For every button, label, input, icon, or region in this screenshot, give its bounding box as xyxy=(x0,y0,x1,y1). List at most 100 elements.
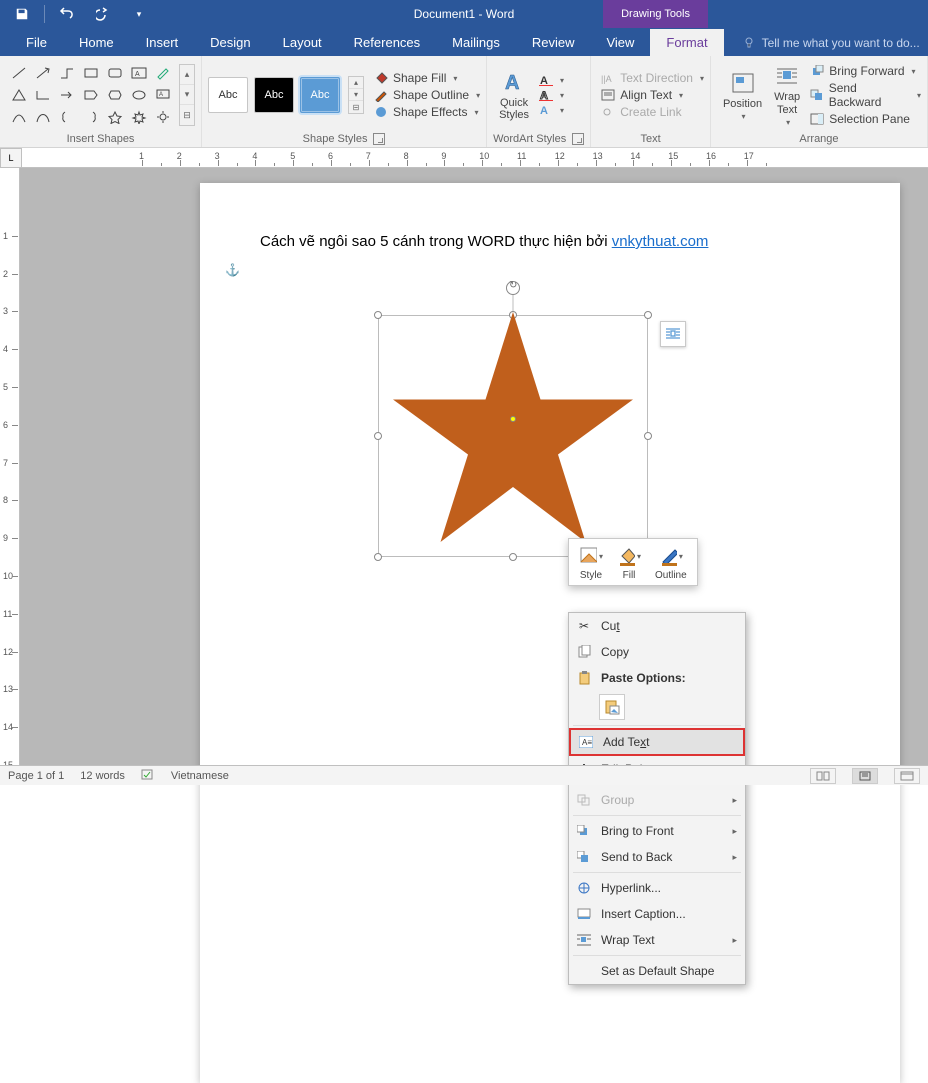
shape-brace-icon[interactable] xyxy=(56,107,78,127)
text-direction-button[interactable]: ||AText Direction▾ xyxy=(601,71,704,85)
send-backward-button[interactable]: Send Backward▾ xyxy=(810,81,921,109)
shape-elbow-icon[interactable] xyxy=(56,63,78,83)
status-language[interactable]: Vietnamese xyxy=(171,770,229,782)
resize-handle[interactable] xyxy=(374,311,382,319)
position-button[interactable]: Position▾ xyxy=(717,70,768,121)
qat-customize[interactable]: ▾ xyxy=(125,1,153,27)
shape-rect-icon[interactable] xyxy=(80,63,102,83)
text-effects-button[interactable]: A▾ xyxy=(539,104,564,116)
tab-view[interactable]: View xyxy=(590,29,650,56)
document-text[interactable]: Cách vẽ ngôi sao 5 cánh trong WORD thực … xyxy=(260,233,840,251)
document-workspace[interactable]: 123456789101112131415 Cách vẽ ngôi sao 5… xyxy=(0,168,928,765)
view-web-layout[interactable] xyxy=(894,768,920,784)
ctx-copy[interactable]: Copy xyxy=(569,639,745,665)
document-link[interactable]: vnkythuat.com xyxy=(612,233,709,250)
style-swatch-1[interactable]: Abc xyxy=(208,77,248,113)
ctx-hyperlink[interactable]: Hyperlink... xyxy=(569,875,745,901)
shape-freeform-icon[interactable] xyxy=(32,107,54,127)
align-text-button[interactable]: Align Text▾ xyxy=(601,88,704,102)
tab-review[interactable]: Review xyxy=(516,29,591,56)
proofing-icon[interactable] xyxy=(141,768,155,783)
tab-insert[interactable]: Insert xyxy=(130,29,195,56)
shape-oval-icon[interactable] xyxy=(128,85,150,105)
style-gallery-scroll[interactable]: ▴▾⊟ xyxy=(348,76,364,114)
ctx-add-text[interactable]: A≡Add Text xyxy=(569,728,745,756)
shape-star-icon[interactable] xyxy=(104,107,126,127)
status-words[interactable]: 12 words xyxy=(80,770,125,782)
shape-brace2-icon[interactable] xyxy=(80,107,102,127)
view-read-mode[interactable] xyxy=(810,768,836,784)
mini-outline-button[interactable]: ▾ Outline xyxy=(655,545,687,581)
tab-home[interactable]: Home xyxy=(63,29,130,56)
text-fill-button[interactable]: A▾ xyxy=(539,74,564,86)
selection-pane-button[interactable]: Selection Pane xyxy=(810,112,921,126)
tab-references[interactable]: References xyxy=(338,29,436,56)
bring-forward-button[interactable]: Bring Forward▾ xyxy=(810,64,921,78)
mini-style-button[interactable]: ▾ Style xyxy=(579,545,603,581)
tab-format[interactable]: Format xyxy=(650,29,723,56)
ctx-bring-to-front[interactable]: Bring to Front▸ xyxy=(569,818,745,844)
shape-arrow2-icon[interactable] xyxy=(56,85,78,105)
style-swatch-3[interactable]: Abc xyxy=(300,77,340,113)
redo-button[interactable] xyxy=(89,1,117,27)
page[interactable]: Cách vẽ ngôi sao 5 cánh trong WORD thực … xyxy=(200,183,900,1083)
paste-picture-button[interactable] xyxy=(599,694,625,720)
horizontal-ruler[interactable]: 1234567891011121314151617 xyxy=(22,148,928,168)
resize-handle[interactable] xyxy=(644,432,652,440)
shape-line-icon[interactable] xyxy=(8,63,30,83)
shape-edit-icon[interactable] xyxy=(152,63,174,83)
shapes-gallery-scroll[interactable]: ▴▾⊟ xyxy=(179,64,195,126)
view-print-layout[interactable] xyxy=(852,768,878,784)
ctx-wrap-text[interactable]: Wrap Text▸ xyxy=(569,927,745,953)
svg-text:A: A xyxy=(540,75,548,86)
resize-handle[interactable] xyxy=(374,432,382,440)
shapes-gallery[interactable]: A A xyxy=(6,61,176,129)
shape-textbox-icon[interactable]: A xyxy=(128,63,150,83)
adjust-handle[interactable] xyxy=(510,416,516,422)
ctx-cut[interactable]: ✂Cut xyxy=(569,613,745,639)
ctx-set-default[interactable]: Set as Default Shape xyxy=(569,958,745,984)
shape-selection[interactable] xyxy=(378,315,648,557)
shape-elbow2-icon[interactable] xyxy=(32,85,54,105)
undo-button[interactable] xyxy=(53,1,81,27)
shape-triangle-icon[interactable] xyxy=(8,85,30,105)
wrap-text-button[interactable]: Wrap Text▾ xyxy=(768,63,806,126)
shape-star2-icon[interactable] xyxy=(128,107,150,127)
shape-style-gallery[interactable]: Abc Abc Abc ▴▾⊟ xyxy=(208,76,364,114)
shape-sun-icon[interactable] xyxy=(152,107,174,127)
dialog-launcher-icon[interactable] xyxy=(572,133,584,145)
shape-arrow-icon[interactable] xyxy=(32,63,54,83)
dialog-launcher-icon[interactable] xyxy=(373,133,385,145)
save-button[interactable] xyxy=(8,1,36,27)
shape-pentagon-icon[interactable] xyxy=(80,85,102,105)
shape-roundrect-icon[interactable] xyxy=(104,63,126,83)
style-swatch-2[interactable]: Abc xyxy=(254,77,294,113)
tell-me-search[interactable]: Tell me what you want to do... xyxy=(744,30,920,56)
create-link-button[interactable]: Create Link xyxy=(601,105,704,119)
shape-outline-button[interactable]: Shape Outline▾ xyxy=(374,88,480,102)
quick-styles-button[interactable]: A Quick Styles xyxy=(493,69,535,121)
shape-effects-button[interactable]: Shape Effects▾ xyxy=(374,105,480,119)
shape-fill-button[interactable]: Shape Fill▾ xyxy=(374,71,480,85)
tab-design[interactable]: Design xyxy=(194,29,266,56)
wrap-icon xyxy=(575,934,593,946)
resize-handle[interactable] xyxy=(374,553,382,561)
layout-options-button[interactable] xyxy=(660,321,686,347)
ctx-insert-caption[interactable]: Insert Caption... xyxy=(569,901,745,927)
vertical-ruler[interactable]: 123456789101112131415 xyxy=(0,168,20,765)
ruler-corner[interactable]: L xyxy=(0,148,22,168)
shape-curve-icon[interactable] xyxy=(8,107,30,127)
tab-layout[interactable]: Layout xyxy=(267,29,338,56)
resize-handle[interactable] xyxy=(644,311,652,319)
mini-fill-button[interactable]: ▾ Fill xyxy=(617,545,641,581)
status-page[interactable]: Page 1 of 1 xyxy=(8,770,64,782)
star-shape[interactable] xyxy=(383,305,643,558)
text-outline-button[interactable]: A▾ xyxy=(539,89,564,101)
copy-icon xyxy=(575,645,593,659)
shape-callout-icon[interactable]: A xyxy=(152,85,174,105)
tab-mailings[interactable]: Mailings xyxy=(436,29,516,56)
ctx-send-to-back[interactable]: Send to Back▸ xyxy=(569,844,745,870)
tab-file[interactable]: File xyxy=(10,29,63,56)
rotate-handle[interactable] xyxy=(506,281,520,295)
shape-hexagon-icon[interactable] xyxy=(104,85,126,105)
